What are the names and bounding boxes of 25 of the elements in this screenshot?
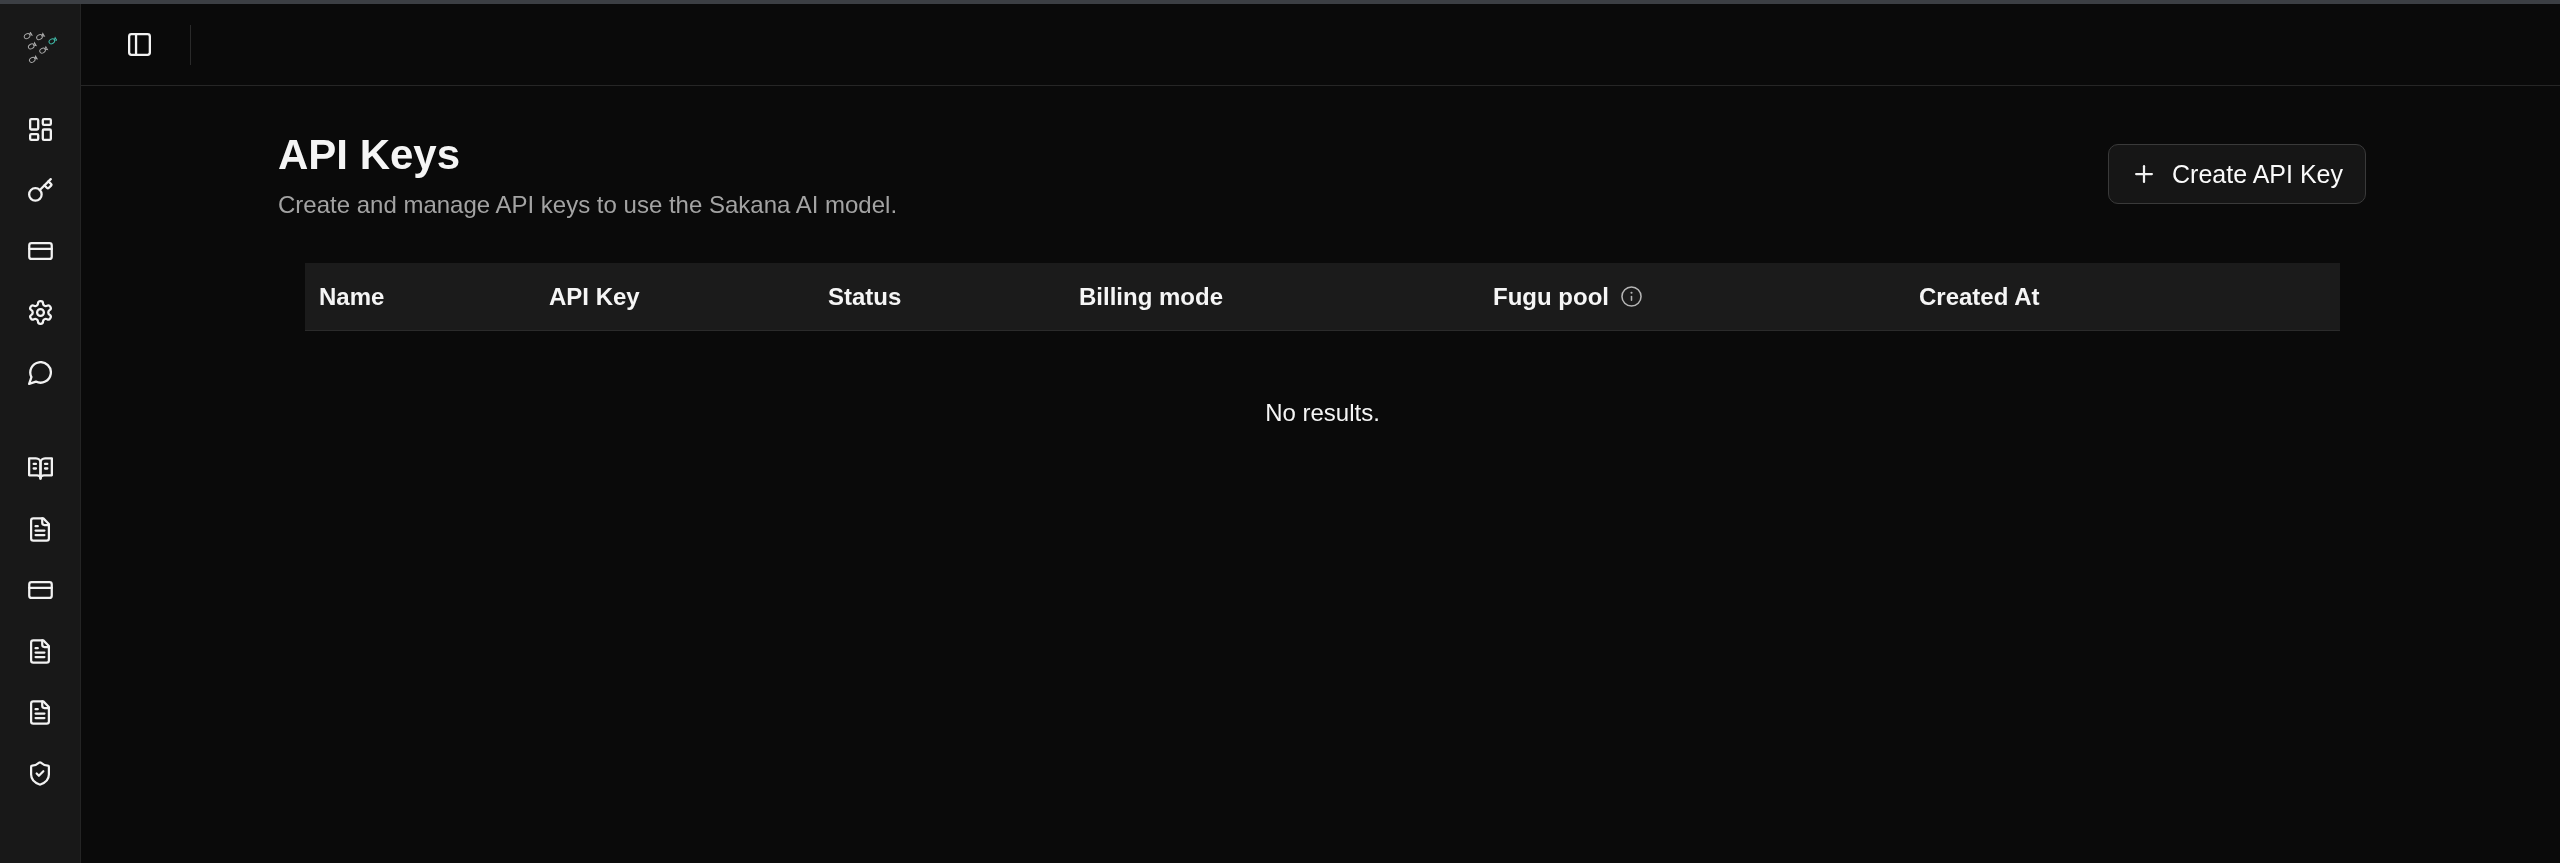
chat-bubble-icon[interactable]	[28, 361, 52, 385]
dashboard-icon[interactable]	[28, 117, 52, 141]
plus-icon	[2135, 165, 2154, 183]
credit-card-icon[interactable]	[27, 242, 53, 260]
page-subtitle: Create and manage API keys to use the Sakana AI model.	[278, 190, 898, 220]
open-book-icon[interactable]	[27, 456, 53, 480]
info-icon[interactable]	[1620, 286, 1642, 307]
document-icon[interactable]	[30, 699, 50, 725]
column-header: API Key	[549, 282, 640, 311]
column-header: Fugu pool	[1493, 282, 1609, 311]
column-header: Billing mode	[1079, 282, 1223, 311]
key-icon[interactable]	[27, 177, 53, 203]
document-icon[interactable]	[30, 638, 50, 664]
sidebar-toggle-icon[interactable]	[128, 33, 151, 56]
logo-icon	[23, 32, 57, 64]
credit-card-icon[interactable]	[27, 581, 53, 599]
column-header: Created At	[1919, 282, 2040, 311]
shield-check-icon[interactable]	[30, 760, 50, 786]
page-title: API Keys	[278, 130, 462, 180]
column-header: Name	[319, 282, 385, 311]
create-api-key-button[interactable]: Create API Key	[2108, 144, 2366, 204]
empty-message: No results.	[1265, 399, 1380, 427]
document-icon[interactable]	[30, 516, 50, 542]
settings-icon[interactable]	[27, 299, 53, 325]
column-header: Status	[828, 282, 902, 311]
